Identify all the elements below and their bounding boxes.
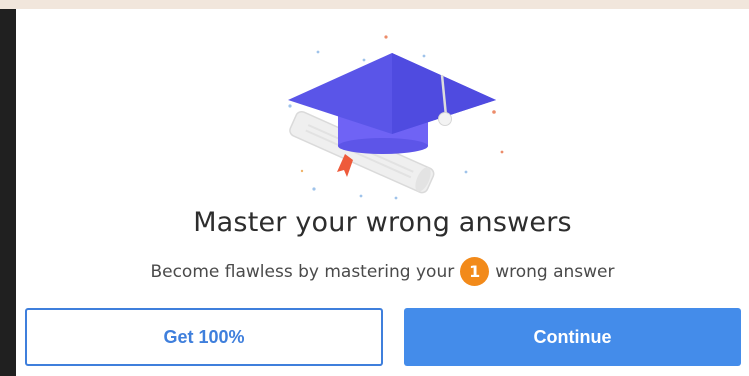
graduation-cap-icon bbox=[288, 35, 504, 200]
get-100-percent-button[interactable]: Get 100% bbox=[25, 308, 383, 366]
continue-button[interactable]: Continue bbox=[404, 308, 741, 366]
subtitle-text-after: wrong answer bbox=[495, 261, 615, 282]
subtitle: Become flawless by mastering your 1 wron… bbox=[16, 257, 749, 286]
subtitle-text-before: Become flawless by mastering your bbox=[150, 261, 455, 282]
top-strip bbox=[0, 0, 749, 9]
master-wrong-answers-modal: Master your wrong answers Become flawles… bbox=[16, 9, 749, 376]
page-title: Master your wrong answers bbox=[193, 207, 572, 238]
wrong-count-badge: 1 bbox=[460, 257, 490, 286]
left-background bbox=[0, 9, 16, 376]
